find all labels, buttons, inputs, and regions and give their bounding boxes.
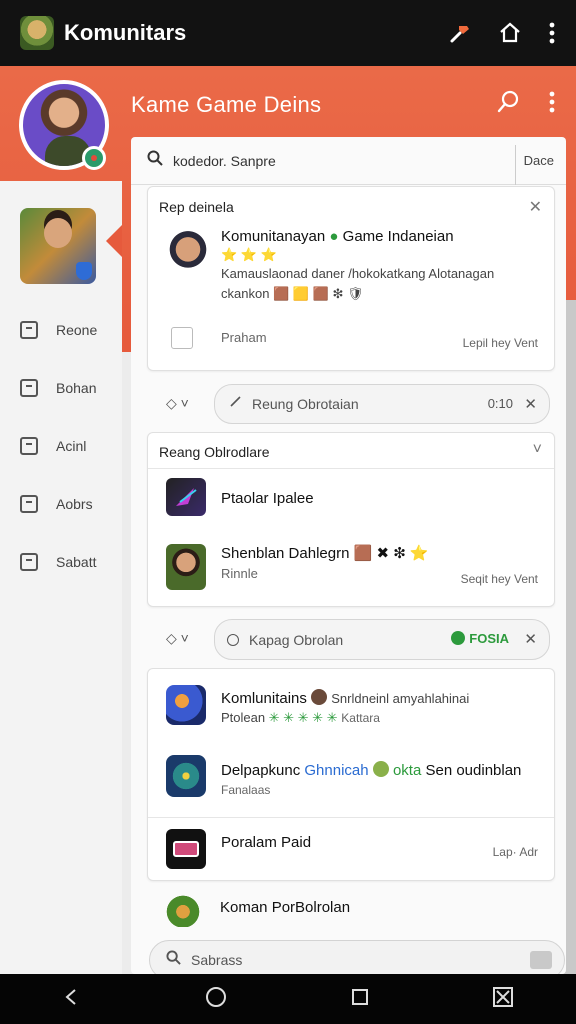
home-circle-icon[interactable] [205, 986, 227, 1013]
group-info-card: Rep deinela ✕ Komunitanayan ● Game Indan… [147, 186, 555, 371]
chat-count: 0:10 [487, 396, 513, 411]
online-badge [82, 146, 106, 170]
app-title: Komunitars [64, 20, 187, 45]
app-logo [20, 16, 54, 50]
expand-toggle[interactable]: ◇ ˅ [166, 630, 189, 647]
close-icon[interactable]: ✕ [529, 197, 542, 217]
search-bar[interactable]: kodedor. Sanpre Dace [131, 137, 566, 185]
search-input[interactable]: kodedor. Sanpre [173, 153, 276, 169]
screenshot-icon[interactable] [492, 986, 514, 1013]
home-small-icon [20, 437, 38, 455]
group-avatar[interactable] [166, 227, 210, 283]
community-subtitle: Ptolean ✳ ✳ ✳ ✳ ✳ Kattara [221, 710, 380, 725]
search-icon [147, 150, 163, 171]
community-name[interactable]: Komlunitains Snrldneinl amyahlahinai [221, 689, 469, 707]
system-nav-bar [0, 974, 576, 1024]
sidebar-item-acinl[interactable]: Acinl [20, 437, 86, 455]
game-avatar[interactable] [20, 208, 96, 284]
shield-icon [76, 262, 92, 280]
divider [515, 145, 516, 185]
selection-pointer [106, 225, 122, 257]
back-icon[interactable] [62, 987, 82, 1012]
clear-icon[interactable]: ✕ [524, 395, 537, 413]
group-search-pill[interactable]: Kapag Obrolan FOSIA ✕ [214, 619, 550, 660]
page-icon [20, 321, 38, 339]
more-vert-icon[interactable] [548, 91, 556, 118]
footer-timestamp: Lepil hey Vent [462, 336, 538, 350]
card-title: Rep deinela [159, 199, 234, 215]
header-title: Kame Game Deins [131, 92, 322, 117]
chat-timestamp: Seqit hey Vent [460, 572, 538, 586]
chat-name[interactable]: Ptaolar Ipalee [221, 490, 314, 507]
chat-icon [20, 379, 38, 397]
search-icon[interactable] [496, 90, 520, 119]
calendar-icon [20, 495, 38, 513]
divider [148, 817, 554, 818]
community-avatar[interactable] [166, 829, 206, 869]
chat-list-card: Reang Oblrodlare ˅ Ptaolar Ipalee Shenbl… [147, 432, 555, 607]
radio-icon [227, 633, 239, 646]
sidebar-item-reone[interactable]: Reone [20, 321, 97, 339]
community-list-card: Komlunitains Snrldneinl amyahlahinai Pto… [147, 668, 555, 881]
community-avatar[interactable] [166, 755, 206, 797]
rating-stars: ⭐ ⭐ ⭐ [221, 247, 277, 262]
hammer-icon[interactable] [448, 21, 472, 45]
sidebar-item-bohan[interactable]: Bohan [20, 379, 96, 397]
chat-avatar[interactable] [166, 544, 206, 590]
chat-search-pill[interactable]: Reung Obrotaian 0:10 ✕ [214, 384, 550, 424]
sidebar-item-sabatt[interactable]: Sabatt [20, 553, 96, 571]
keyboard-icon[interactable] [530, 951, 552, 969]
expand-toggle[interactable]: ◇ ˅ [166, 395, 189, 412]
clear-icon[interactable]: ✕ [524, 630, 537, 648]
group-description-2: ckankon 🟫 🟨 🟫 ❇ 🛡 [221, 286, 364, 301]
app-title-bar: Komunitars [0, 0, 576, 66]
community-avatar[interactable] [166, 685, 206, 725]
chat-search-placeholder: Reung Obrotaian [252, 396, 359, 412]
edit-icon [229, 395, 242, 413]
status-badge: FOSIA [451, 631, 509, 646]
sidebar: Reone Bohan Acinl Aobrs Sabatt [0, 181, 122, 974]
group-search-placeholder: Kapag Obrolan [249, 631, 344, 648]
section-title: Reang Oblrodlare [159, 444, 270, 460]
footer-label: Praham [221, 330, 267, 345]
group-description: Kamauslaonad daner /hokokatkang Alotanag… [221, 266, 495, 281]
bookmark-icon [20, 553, 38, 571]
sidebar-item-aobrs[interactable]: Aobrs [20, 495, 93, 513]
chat-name[interactable]: Shenblan Dahlegrn 🟫 ✖ ❇ ⭐ [221, 544, 429, 562]
community-timestamp: Lap· Adr [492, 845, 538, 859]
recents-icon[interactable] [351, 988, 369, 1011]
community-avatar[interactable] [164, 893, 202, 927]
community-name[interactable]: Delpapkunc Ghnnicah okta Sen oudinblan [221, 761, 521, 779]
divider [148, 468, 554, 469]
chat-subtitle: Rinnle [221, 566, 258, 581]
home-icon[interactable] [498, 21, 522, 45]
placeholder-icon [171, 327, 193, 349]
chat-avatar[interactable] [166, 478, 206, 516]
community-name[interactable]: Poralam Paid [221, 834, 311, 851]
group-name: Komunitanayan ● Game Indaneian [221, 228, 454, 245]
community-name[interactable]: Koman PorBolrolan [220, 899, 350, 916]
community-subtitle: Fanalaas [221, 783, 271, 797]
more-vert-icon[interactable] [548, 22, 556, 44]
search-icon [166, 950, 181, 970]
bottom-search-placeholder: Sabrass [191, 952, 243, 968]
chevron-down-icon[interactable]: ˅ [533, 441, 542, 459]
search-filter-button[interactable]: Dace [524, 153, 554, 168]
